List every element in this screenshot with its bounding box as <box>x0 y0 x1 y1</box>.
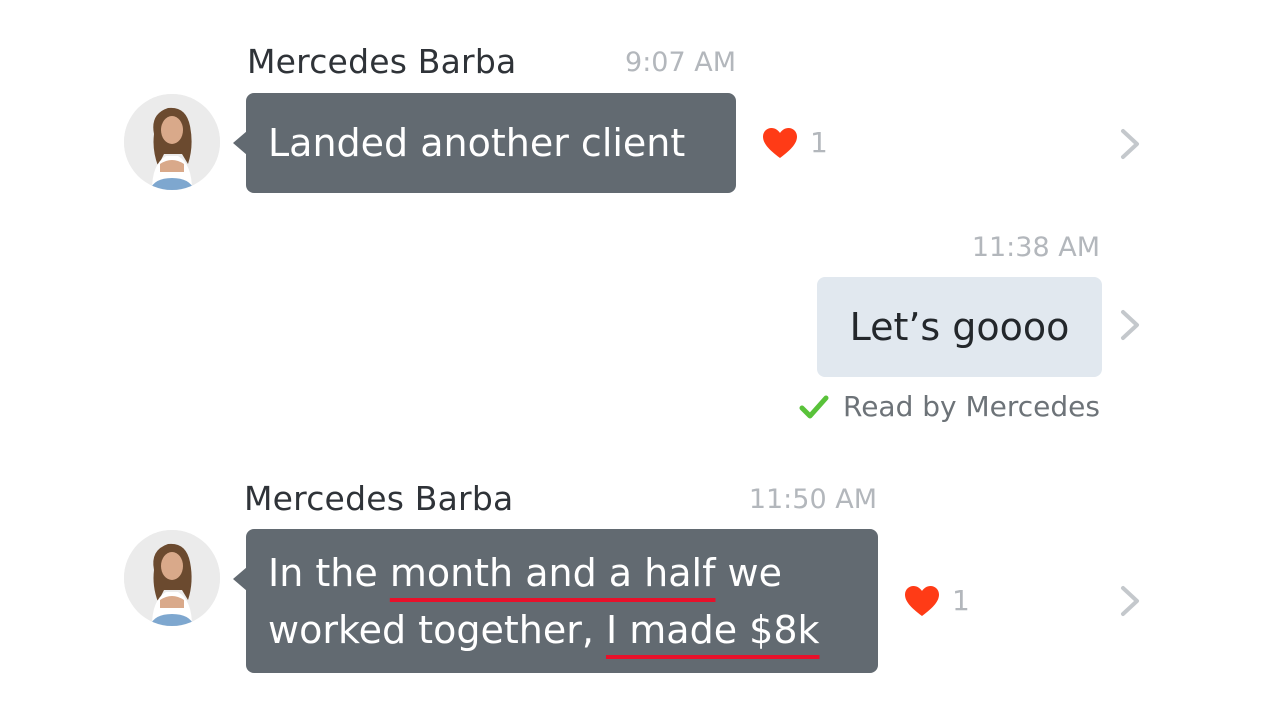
chevron-right-icon[interactable] <box>1118 585 1142 617</box>
heart-icon <box>763 127 797 158</box>
message-text-segment: In the <box>268 551 390 595</box>
chevron-right-icon[interactable] <box>1118 309 1142 341</box>
reaction-count: 1 <box>810 126 828 159</box>
avatar-photo <box>124 94 220 190</box>
avatar[interactable] <box>124 530 220 626</box>
outgoing-message-bubble[interactable]: Let’s goooo <box>817 277 1102 377</box>
avatar[interactable] <box>124 94 220 190</box>
message-timestamp: 11:38 AM <box>971 232 1100 263</box>
reaction-count: 1 <box>952 584 970 617</box>
highlighted-text: I made $8k <box>605 608 820 652</box>
sender-name: Mercedes Barba <box>247 42 517 81</box>
reaction[interactable]: 1 <box>762 126 828 159</box>
message-text: Let’s goooo <box>849 305 1070 349</box>
incoming-message-bubble[interactable]: In the month and a half we worked togeth… <box>233 529 878 673</box>
read-receipt: Read by Mercedes <box>799 390 1100 423</box>
chevron-right-icon[interactable] <box>1118 128 1142 160</box>
message-timestamp: 9:07 AM <box>625 47 736 78</box>
message-timestamp: 11:50 AM <box>748 484 877 515</box>
sender-name: Mercedes Barba <box>244 479 514 518</box>
checkmark-icon <box>799 395 829 418</box>
highlighted-text: month and a half <box>389 551 716 595</box>
read-receipt-text: Read by Mercedes <box>843 390 1100 423</box>
reaction[interactable]: 1 <box>904 584 970 617</box>
message-text-segment: we <box>715 551 783 595</box>
heart-icon <box>905 585 939 616</box>
message-text: Landed another client <box>268 121 686 165</box>
message-text: In the month and a half we worked togeth… <box>268 545 820 659</box>
avatar-photo <box>124 530 220 626</box>
message-text-segment: worked together, <box>268 608 606 652</box>
incoming-message-bubble[interactable]: Landed another client <box>233 93 736 193</box>
